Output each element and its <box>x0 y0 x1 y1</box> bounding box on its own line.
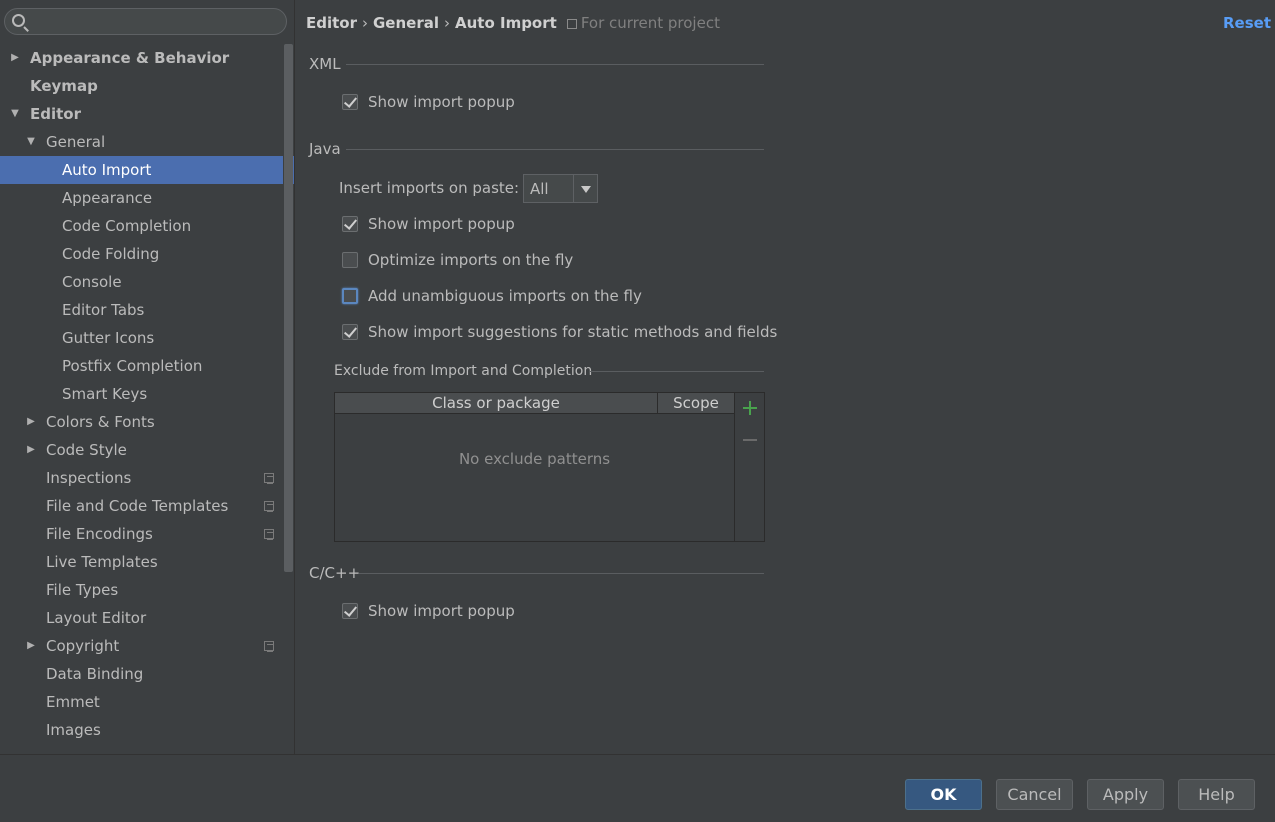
dialog-footer: OK Cancel Apply Help <box>0 754 1275 822</box>
search-icon <box>12 14 25 27</box>
scope-hint: For current project <box>580 14 720 32</box>
tree-item-editor[interactable]: ▼ Editor <box>0 100 294 128</box>
table-header: Class or package Scope <box>335 393 734 414</box>
java-show-popup-checkbox[interactable] <box>342 216 358 232</box>
tree-item-inspections[interactable]: Inspections <box>0 464 294 492</box>
tree-item-code-style[interactable]: ▶ Code Style <box>0 436 294 464</box>
breadcrumb-auto-import: Auto Import <box>455 14 557 32</box>
table-toolbar <box>734 393 765 541</box>
empty-table-text: No exclude patterns <box>458 450 611 468</box>
apply-button[interactable]: Apply <box>1087 779 1164 810</box>
settings-sidebar: ▶ Appearance & Behavior Keymap ▼ Editor … <box>0 0 295 754</box>
project-scope-icon <box>264 641 274 652</box>
settings-panel: Editor › General › Auto Import For current pr… <box>306 12 1271 620</box>
expand-arrow-icon[interactable]: ▶ <box>9 44 21 72</box>
tree-item-code-folding[interactable]: Code Folding <box>0 240 294 268</box>
section-divider <box>346 149 764 150</box>
breadcrumb-separator: › <box>444 14 450 32</box>
add-icon[interactable] <box>741 399 759 417</box>
breadcrumb: Editor › General › Auto Import For current pr… <box>306 12 720 34</box>
java-section-title: Java <box>309 140 341 158</box>
tree-item-live-templates[interactable]: Live Templates <box>0 548 294 576</box>
tree-item-smart-keys[interactable]: Smart Keys <box>0 380 294 408</box>
remove-icon[interactable] <box>741 431 759 449</box>
breadcrumb-general: General <box>373 14 439 32</box>
project-scope-icon <box>264 501 274 512</box>
help-button[interactable]: Help <box>1178 779 1255 810</box>
breadcrumb-separator: › <box>362 14 368 32</box>
tree-item-file-code-templates[interactable]: File and Code Templates <box>0 492 294 520</box>
static-suggestions-checkbox[interactable] <box>342 324 358 340</box>
tree-item-file-types[interactable]: File Types <box>0 576 294 604</box>
tree-item-console[interactable]: Console <box>0 268 294 296</box>
tree-item-general[interactable]: ▼ General <box>0 128 294 156</box>
tree-item-colors-fonts[interactable]: ▶ Colors & Fonts <box>0 408 294 436</box>
reset-link[interactable]: Reset <box>1223 12 1271 34</box>
tree-item-gutter-icons[interactable]: Gutter Icons <box>0 324 294 352</box>
settings-tree: ▶ Appearance & Behavior Keymap ▼ Editor … <box>0 44 294 744</box>
tree-item-images[interactable]: Images <box>0 716 294 744</box>
ok-button[interactable]: OK <box>905 779 982 810</box>
expand-arrow-icon[interactable]: ▶ <box>25 632 37 660</box>
column-class-or-package[interactable]: Class or package <box>335 393 658 413</box>
section-divider <box>590 371 764 372</box>
tree-item-file-encodings[interactable]: File Encodings <box>0 520 294 548</box>
tree-item-keymap[interactable]: Keymap <box>0 72 294 100</box>
section-divider <box>346 64 764 65</box>
tree-item-postfix-completion[interactable]: Postfix Completion <box>0 352 294 380</box>
tree-item-data-binding[interactable]: Data Binding <box>0 660 294 688</box>
chevron-down-icon[interactable] <box>573 175 597 202</box>
tree-item-appearance[interactable]: Appearance <box>0 184 294 212</box>
tree-item-layout-editor[interactable]: Layout Editor <box>0 604 294 632</box>
breadcrumb-editor: Editor <box>306 14 357 32</box>
tree-item-editor-tabs[interactable]: Editor Tabs <box>0 296 294 324</box>
section-divider <box>359 573 764 574</box>
search-field[interactable] <box>4 8 287 35</box>
tree-item-copyright[interactable]: ▶ Copyright <box>0 632 294 660</box>
expand-arrow-icon[interactable]: ▶ <box>25 408 37 436</box>
xml-section-title: XML <box>309 55 341 73</box>
project-scope-icon <box>566 18 577 29</box>
optimize-imports-checkbox[interactable] <box>342 252 358 268</box>
exclude-table: Class or package Scope No exclude patter… <box>334 392 765 542</box>
cpp-section-title: C/C++ <box>309 564 361 582</box>
project-scope-icon <box>264 529 274 540</box>
tree-item-code-completion[interactable]: Code Completion <box>0 212 294 240</box>
tree-item-emmet[interactable]: Emmet <box>0 688 294 716</box>
insert-on-paste-label: Insert imports on paste: <box>339 179 520 197</box>
xml-show-popup-checkbox[interactable] <box>342 94 358 110</box>
insert-on-paste-dropdown[interactable]: All <box>523 174 598 203</box>
project-scope-icon <box>264 473 274 484</box>
sidebar-scrollbar-thumb[interactable] <box>284 44 293 572</box>
cancel-button[interactable]: Cancel <box>996 779 1073 810</box>
expand-arrow-icon[interactable]: ▶ <box>25 436 37 464</box>
exclude-section-title: Exclude from Import and Completion <box>334 363 593 379</box>
collapse-arrow-icon[interactable]: ▼ <box>9 100 21 128</box>
collapse-arrow-icon[interactable]: ▼ <box>25 128 37 156</box>
tree-item-appearance-behavior[interactable]: ▶ Appearance & Behavior <box>0 44 294 72</box>
tree-item-auto-import[interactable]: Auto Import <box>0 156 294 184</box>
add-unambiguous-checkbox[interactable] <box>342 288 358 304</box>
column-scope[interactable]: Scope <box>658 393 734 413</box>
cpp-show-popup-checkbox[interactable] <box>342 603 358 619</box>
